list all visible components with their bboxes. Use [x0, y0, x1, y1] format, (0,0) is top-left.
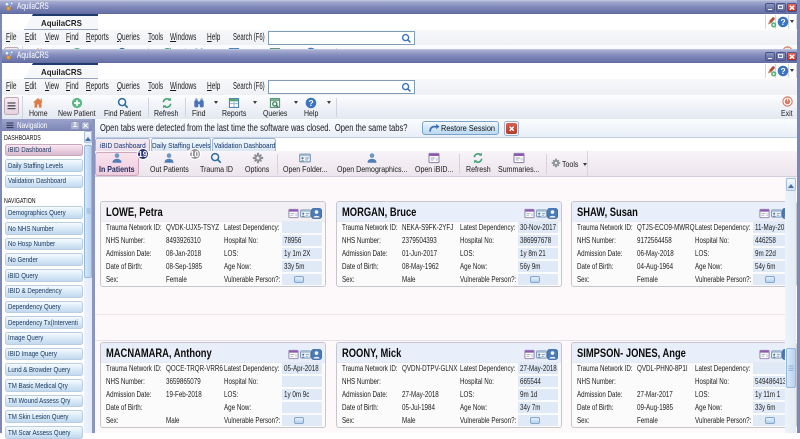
svg-text:?: ?: [308, 97, 313, 107]
svg-text:?: ?: [780, 66, 785, 76]
svg-text:?: ?: [780, 17, 785, 27]
